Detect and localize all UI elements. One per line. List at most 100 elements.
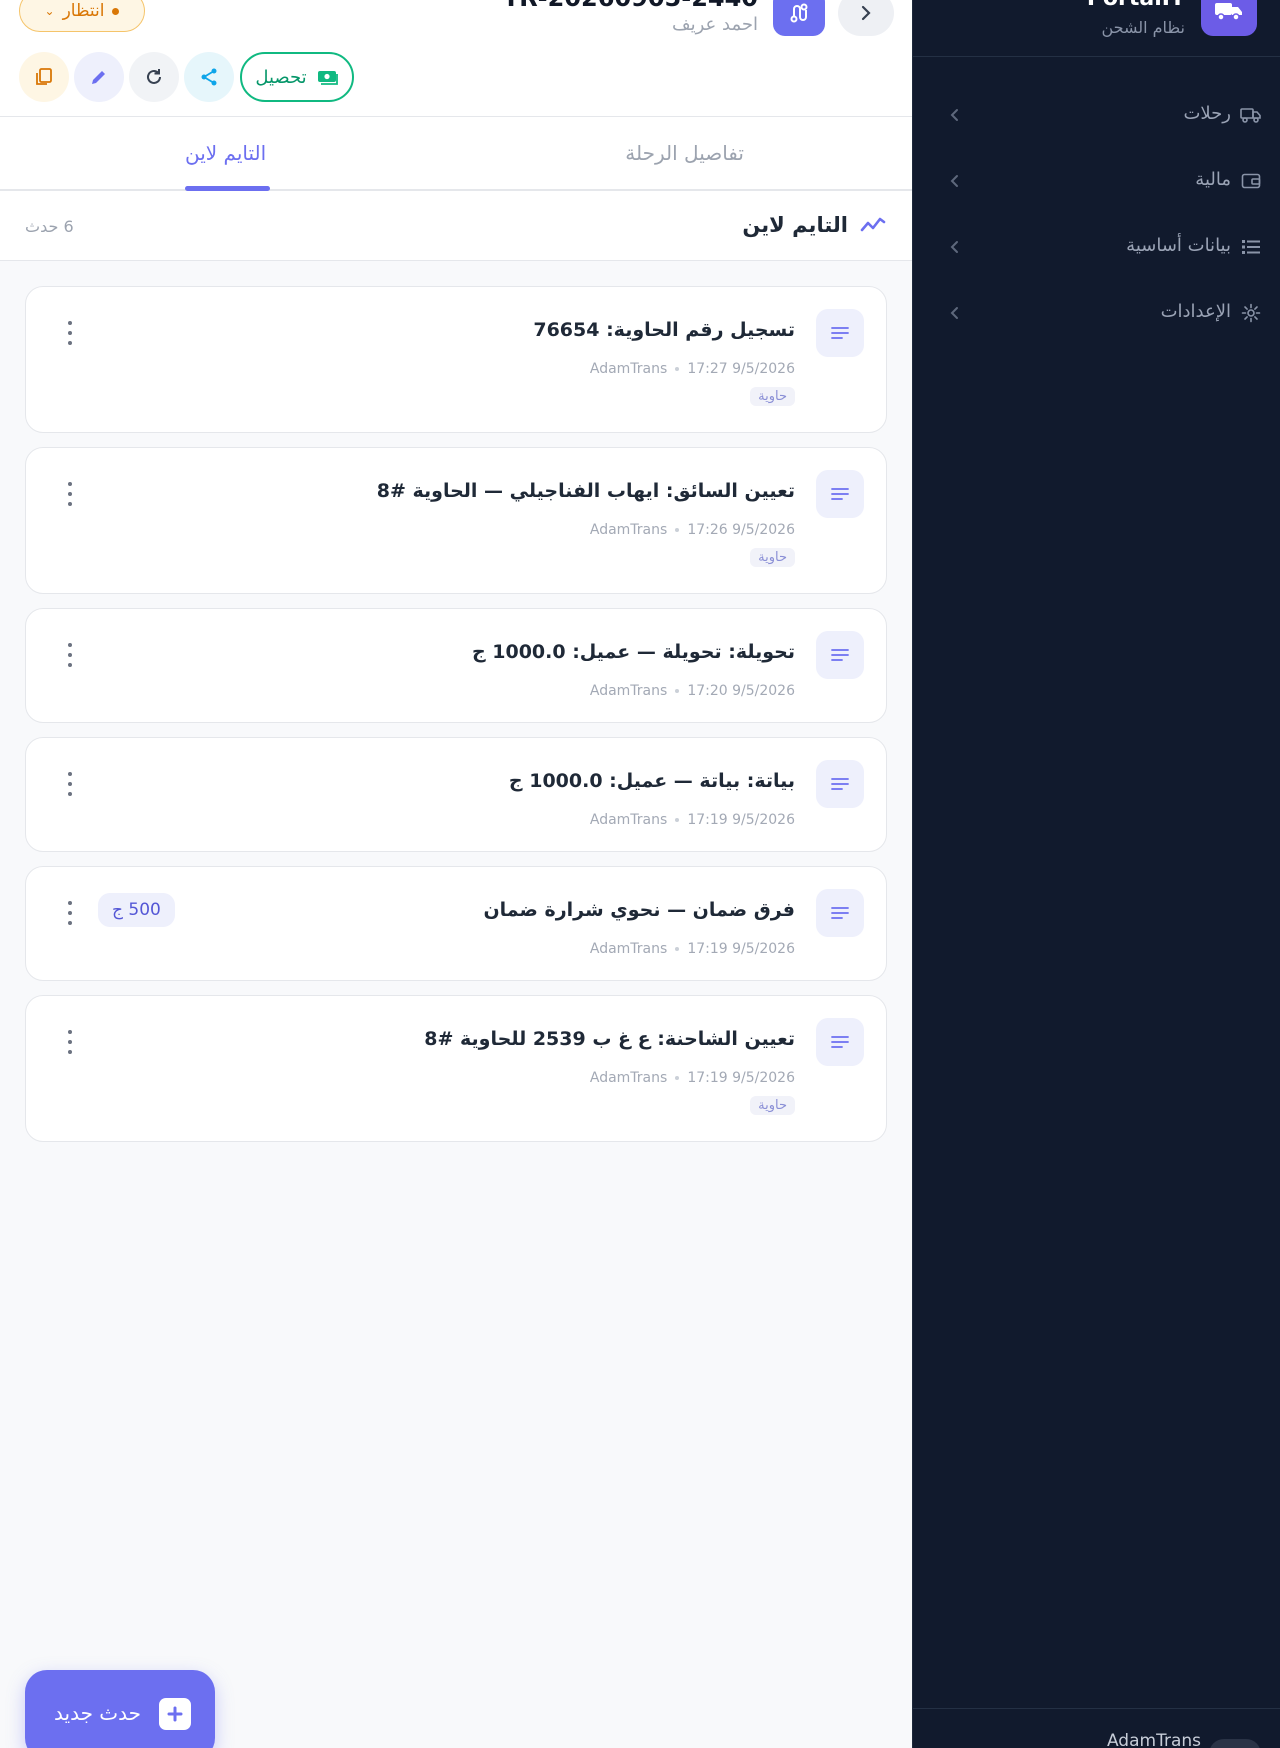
chevron-right-icon: [861, 5, 871, 21]
brand-name: PortalİT: [1087, 0, 1185, 11]
chevron-left-icon: [950, 241, 958, 253]
event-user: AdamTrans: [589, 812, 668, 828]
separator-dot: [675, 947, 680, 951]
notes-icon: [816, 631, 864, 679]
timeline-event[interactable]: بياتة: بياتة — عميل: 1000.0 ج AdamTrans 1…: [25, 737, 887, 852]
theme-toggle[interactable]: [1209, 1739, 1261, 1748]
event-user: AdamTrans: [589, 522, 668, 538]
tab-bar: تفاصيل الرحلة التايم لاين: [0, 117, 912, 191]
more-options-icon[interactable]: [64, 1030, 76, 1054]
footer-username: AdamTrans: [1106, 1731, 1201, 1748]
event-time: 17:20 9/5/2026: [687, 683, 795, 699]
event-time: 17:19 9/5/2026: [687, 1070, 795, 1086]
amount-badge: 500 ج: [98, 893, 175, 927]
more-options-icon[interactable]: [64, 321, 76, 345]
notes-icon: [816, 309, 864, 357]
notes-icon: [816, 1018, 864, 1066]
sidebar-item-finance[interactable]: مالية: [913, 148, 1280, 214]
sidebar-item-label: الإعدادات: [1160, 301, 1231, 322]
more-options-icon[interactable]: [64, 482, 76, 506]
event-time: 17:19 9/5/2026: [687, 812, 795, 828]
event-title: بياتة: بياتة — عميل: 1000.0 ج: [508, 770, 795, 792]
separator-dot: [675, 367, 680, 371]
new-event-button[interactable]: حدث جديد: [25, 1670, 215, 1748]
tab-trip-details[interactable]: تفاصيل الرحلة: [625, 141, 744, 165]
status-dropdown[interactable]: ⌄ انتظار: [19, 0, 145, 32]
sidebar-footer: AdamTrans: [913, 1708, 1280, 1748]
share-icon: [201, 68, 217, 86]
collect-button[interactable]: تحصيل: [240, 52, 354, 102]
brand-header: PortalİT نظام الشحن: [913, 0, 1280, 57]
tab-timeline[interactable]: التايم لاين: [185, 141, 266, 165]
list-icon: [1239, 235, 1263, 259]
brand-subtitle: نظام الشحن: [1101, 18, 1185, 37]
refresh-icon: [147, 69, 161, 84]
more-options-icon[interactable]: [64, 901, 76, 925]
chevron-left-icon: [950, 175, 958, 187]
refresh-button[interactable]: [129, 52, 179, 102]
main-content: TR-20260905-2440 احمد عريف ⌄ انتظار تحصي…: [0, 0, 912, 1748]
timeline-header: التايم لاين 6 حدث: [0, 191, 912, 261]
timeline-event[interactable]: تحويلة: تحويلة — عميل: 1000.0 ج AdamTran…: [25, 608, 887, 723]
gear-icon: [1239, 301, 1263, 325]
sidebar-nav: رحلات مالية بيانات أساسية الإعدادات: [913, 82, 1280, 346]
event-title: تعيين الشاحنة: ع غ ب 2539 للحاوية #8: [424, 1028, 795, 1050]
add-comment-icon: [159, 1698, 191, 1730]
share-button[interactable]: [184, 52, 234, 102]
sidebar-item-label: بيانات أساسية: [1126, 235, 1231, 256]
back-button[interactable]: [838, 0, 894, 36]
event-user: AdamTrans: [589, 941, 668, 957]
truck-logo-icon: [1201, 0, 1257, 36]
route-icon: [773, 0, 825, 36]
timeline-event[interactable]: فرق ضمان — نحوي شرارة ضمان AdamTrans 17:1…: [25, 866, 887, 981]
notes-icon: [816, 470, 864, 518]
pencil-icon: [92, 71, 105, 84]
separator-dot: [675, 689, 680, 693]
notes-icon: [816, 760, 864, 808]
event-tag: حاوية: [750, 1096, 795, 1115]
sidebar: PortalİT نظام الشحن رحلات مالية بيانات أ…: [912, 0, 1280, 1748]
sidebar-item-trips[interactable]: رحلات: [913, 82, 1280, 148]
event-meta: AdamTrans 17:26 9/5/2026: [590, 522, 795, 538]
timeline-event[interactable]: تسجيل رقم الحاوية: 76654 AdamTrans 17:27 …: [25, 286, 887, 433]
timeline-title: التايم لاين: [742, 213, 848, 237]
cash-icon: [317, 71, 338, 85]
event-title: تحويلة: تحويلة — عميل: 1000.0 ج: [471, 641, 795, 663]
copy-button[interactable]: [19, 52, 69, 102]
sidebar-item-label: مالية: [1195, 169, 1231, 190]
copy-icon: [36, 68, 52, 85]
sidebar-item-settings[interactable]: الإعدادات: [913, 280, 1280, 346]
event-meta: AdamTrans 17:27 9/5/2026: [590, 361, 795, 377]
status-label: انتظار: [62, 1, 105, 21]
more-options-icon[interactable]: [64, 772, 76, 796]
event-meta: AdamTrans 17:19 9/5/2026: [590, 941, 795, 957]
event-count: 6 حدث: [25, 217, 74, 236]
event-tag: حاوية: [750, 548, 795, 567]
event-user: AdamTrans: [589, 683, 668, 699]
event-title: فرق ضمان — نحوي شرارة ضمان: [483, 899, 795, 921]
separator-dot: [675, 528, 680, 532]
status-dot: [112, 7, 120, 15]
event-user: AdamTrans: [589, 1070, 668, 1086]
chevron-left-icon: [950, 307, 958, 319]
chevron-left-icon: [950, 109, 958, 121]
notes-icon: [816, 889, 864, 937]
event-title: تعيين السائق: ايهاب الفناجيلي — الحاوية …: [376, 480, 795, 502]
sidebar-item-label: رحلات: [1183, 103, 1231, 124]
timeline-event[interactable]: تعيين الشاحنة: ع غ ب 2539 للحاوية #8 Ada…: [25, 995, 887, 1142]
trip-customer: احمد عريف: [671, 14, 758, 35]
more-options-icon[interactable]: [64, 643, 76, 667]
wallet-icon: [1239, 169, 1263, 193]
separator-dot: [675, 818, 680, 822]
sidebar-item-master-data[interactable]: بيانات أساسية: [913, 214, 1280, 280]
edit-button[interactable]: [74, 52, 124, 102]
event-user: AdamTrans: [589, 361, 668, 377]
event-time: 17:19 9/5/2026: [687, 941, 795, 957]
truck-icon: [1239, 103, 1263, 127]
collect-label: تحصيل: [255, 66, 307, 88]
event-meta: AdamTrans 17:19 9/5/2026: [590, 812, 795, 828]
event-meta: AdamTrans 17:19 9/5/2026: [590, 1070, 795, 1086]
separator-dot: [675, 1076, 680, 1080]
timeline-event[interactable]: تعيين السائق: ايهاب الفناجيلي — الحاوية …: [25, 447, 887, 594]
trip-number: TR-20260905-2440: [503, 0, 758, 12]
